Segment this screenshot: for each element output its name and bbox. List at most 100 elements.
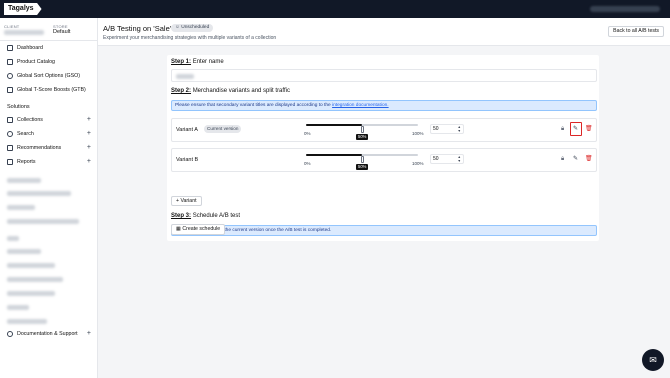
page-header: A/B Testing on 'Sale' ☺ Unscheduled Expe… (98, 18, 670, 46)
sidebar-item-dashboard[interactable]: Dashboard (0, 43, 98, 53)
top-bar: Tagalys (0, 0, 670, 18)
variant-name: Variant B (176, 157, 199, 163)
traffic-split-slider[interactable]: 50% (306, 124, 418, 140)
step-3-heading: Step 3: Schedule A/B test (171, 213, 240, 219)
integration-documentation-link[interactable]: integration documentation. (332, 103, 389, 108)
globe-icon (7, 73, 13, 79)
calendar-icon: ▦ (176, 226, 181, 232)
store-selector[interactable]: Default (53, 29, 70, 35)
status-badge: ☺ Unscheduled (171, 24, 214, 32)
slider-min-label: 0% (304, 161, 311, 166)
trash-icon[interactable]: 🗑︎ (585, 156, 593, 162)
step-number: Step 3: (171, 213, 192, 219)
blurred-nav-item[interactable] (7, 319, 47, 324)
traffic-percent-value: 50 (433, 126, 439, 132)
user-menu[interactable] (590, 6, 660, 12)
test-name-input[interactable] (171, 69, 597, 82)
chat-support-button[interactable]: ✉ (642, 349, 664, 371)
sidebar-item-label: Recommendations (17, 145, 62, 151)
expand-plus-icon[interactable]: + (87, 115, 91, 125)
sidebar-item-label: Dashboard (17, 45, 43, 51)
blurred-nav-item[interactable] (7, 305, 29, 310)
slider-min-label: 0% (304, 131, 311, 136)
sidebar-item-recommendations[interactable]: Recommendations + (0, 143, 98, 153)
add-variant-button[interactable]: + Variant (171, 196, 202, 206)
blurred-nav-item[interactable] (7, 249, 41, 254)
traffic-percent-value: 50 (433, 156, 439, 162)
traffic-percent-input[interactable]: 50 ▲ ▼ (430, 124, 464, 134)
user-icon: ☺ (175, 25, 180, 30)
traffic-percent-input[interactable]: 50 ▲ ▼ (430, 154, 464, 164)
step-title: Enter name (192, 59, 224, 65)
sidebar-item-documentation-support[interactable]: Documentation & Support + (0, 329, 98, 339)
sidebar-item-reports[interactable]: Reports + (0, 157, 98, 167)
solutions-heading: Solutions (7, 104, 30, 110)
lock-icon[interactable]: 🔒︎ (561, 156, 564, 162)
collections-icon (7, 117, 13, 123)
expand-plus-icon[interactable]: + (87, 129, 91, 139)
info-text: Please ensure that secondary variant tit… (175, 103, 331, 108)
trend-icon (7, 87, 13, 93)
blurred-nav-item[interactable] (7, 219, 79, 224)
slider-tooltip: 50% (356, 164, 369, 170)
test-name-value (176, 74, 194, 79)
blurred-nav-item[interactable] (7, 191, 71, 196)
step-title: Merchandise variants and split traffic (192, 88, 290, 94)
sidebar-item-label: Documentation & Support (17, 331, 78, 337)
expand-plus-icon[interactable]: + (87, 329, 91, 339)
variant-titles-info-banner: Please ensure that secondary variant tit… (171, 100, 597, 111)
lock-icon[interactable]: 🔒︎ (561, 126, 564, 132)
back-to-ab-tests-button[interactable]: Back to all A/B tests (608, 26, 664, 37)
variant-name: Variant A (176, 127, 198, 133)
edit-pencil-icon[interactable]: ✎ (573, 156, 578, 162)
slider-max-label: 100% (412, 131, 424, 136)
slider-tooltip: 50% (356, 134, 369, 140)
create-schedule-label: Create schedule (182, 226, 221, 232)
variant-row: Variant A Current version 50% 0% 100% 50… (171, 118, 597, 142)
client-selector[interactable] (4, 30, 44, 35)
trash-icon[interactable]: 🗑︎ (585, 126, 593, 132)
page-subtitle: Experiment your merchandising strategies… (103, 35, 277, 41)
expand-plus-icon[interactable]: + (87, 157, 91, 167)
current-version-badge: Current version (204, 125, 242, 133)
slider-fill (306, 124, 362, 126)
slider-handle[interactable] (360, 126, 364, 133)
reports-icon (7, 159, 13, 165)
stepper-arrows-icon[interactable]: ▲ ▼ (458, 125, 461, 133)
slider-handle[interactable] (360, 156, 364, 163)
sidebar-item-label: Search (17, 131, 34, 137)
stepper-arrows-icon[interactable]: ▲ ▼ (458, 155, 461, 163)
blurred-nav-item[interactable] (7, 205, 35, 210)
variant-row: Variant B 50% 0% 100% 50 ▲ ▼ 🔒︎ ✎ 🗑︎ (171, 148, 597, 172)
blurred-section-heading (7, 236, 19, 241)
step-number: Step 1: (171, 59, 192, 65)
sidebar-item-search[interactable]: Search + (0, 129, 98, 139)
create-schedule-button[interactable]: ▦ Create schedule (171, 224, 226, 235)
sidebar-item-label: Collections (17, 117, 43, 123)
sidebar-item-collections[interactable]: Collections + (0, 115, 98, 125)
tagalys-logo[interactable]: Tagalys (4, 3, 42, 15)
blurred-nav-item[interactable] (7, 277, 63, 282)
slider-max-label: 100% (412, 161, 424, 166)
step-number: Step 2: (171, 88, 192, 94)
catalog-icon (7, 59, 13, 65)
blurred-nav-item[interactable] (7, 291, 55, 296)
edit-pencil-icon[interactable]: ✎ (573, 126, 578, 132)
page-title: A/B Testing on 'Sale' (103, 24, 172, 33)
traffic-split-slider[interactable]: 50% (306, 154, 418, 170)
sidebar-item-label: Global Sort Options (GSO) (17, 73, 80, 79)
sidebar-item-label: Global T-Score Boosts (GTB) (17, 87, 86, 93)
client-label: CLIENT (4, 24, 20, 29)
help-icon (7, 331, 13, 337)
sidebar-item-gso[interactable]: Global Sort Options (GSO) (0, 71, 98, 81)
recommendations-icon (7, 145, 13, 151)
expand-plus-icon[interactable]: + (87, 143, 91, 153)
ab-test-form: Step 1: Enter name Step 2: Merchandise v… (167, 55, 599, 241)
search-icon (7, 131, 13, 137)
sidebar: CLIENT STORE Default Dashboard Product C… (0, 18, 98, 378)
step-title: Schedule A/B test (192, 213, 241, 219)
sidebar-item-product-catalog[interactable]: Product Catalog (0, 57, 98, 67)
blurred-nav-item[interactable] (7, 263, 55, 268)
dashboard-icon (7, 45, 13, 51)
sidebar-item-gtb[interactable]: Global T-Score Boosts (GTB) (0, 85, 98, 95)
